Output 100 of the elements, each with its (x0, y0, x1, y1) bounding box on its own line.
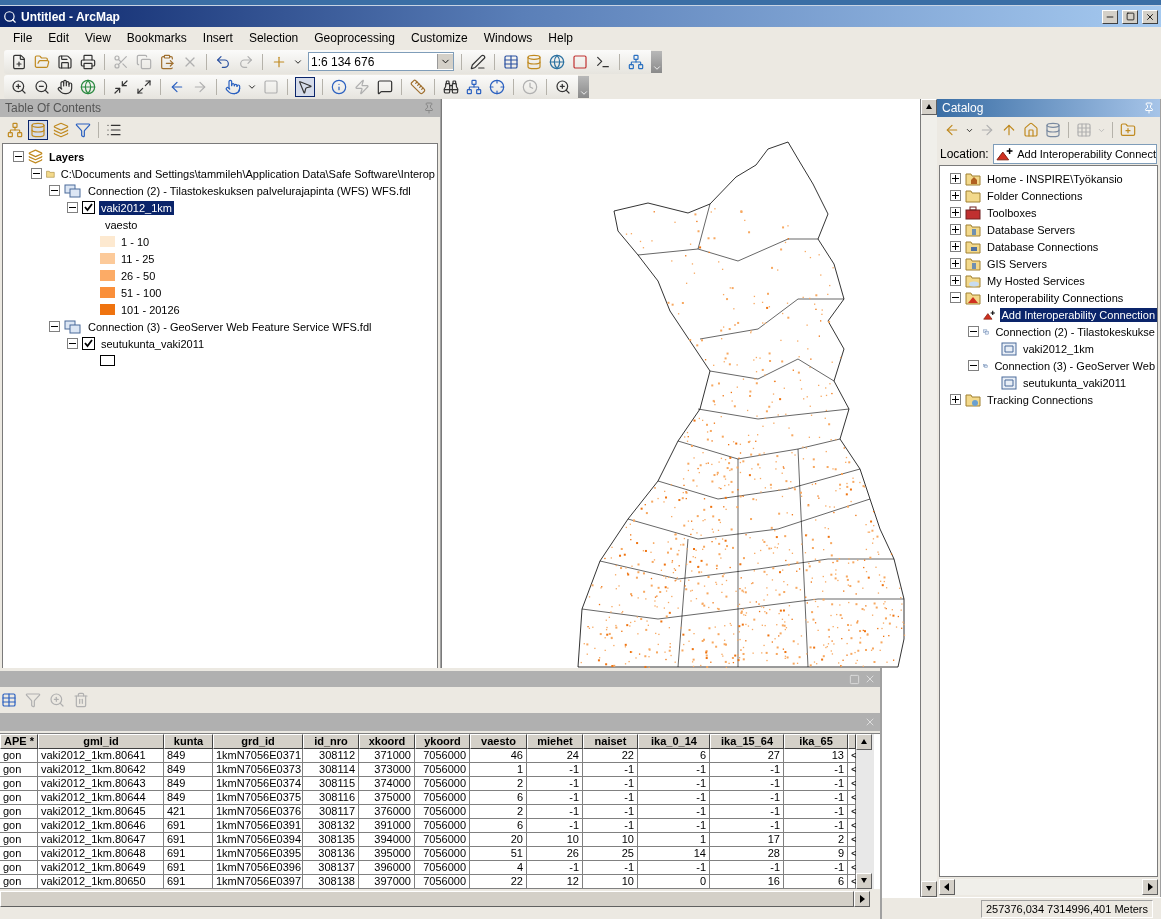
menu-item[interactable]: Edit (41, 29, 77, 47)
editor-icon[interactable] (470, 53, 486, 70)
collapse-icon[interactable] (31, 168, 42, 179)
column-header[interactable]: xkoord (359, 734, 415, 749)
scrollbar[interactable] (856, 734, 874, 889)
right-arrow-icon[interactable] (1146, 883, 1154, 891)
down-arrow-icon[interactable] (860, 877, 868, 885)
scrollbar[interactable] (939, 879, 1158, 895)
zoom-out-icon[interactable] (34, 78, 50, 95)
collapse-icon[interactable] (67, 338, 78, 349)
select-features-icon[interactable] (225, 78, 241, 95)
collapse-icon[interactable] (49, 321, 60, 332)
column-header[interactable]: miehet (527, 734, 583, 749)
expand-icon[interactable] (950, 241, 961, 252)
collapse-icon[interactable] (13, 151, 24, 162)
catalog-item[interactable]: Folder Connections (985, 188, 1085, 203)
identify-icon[interactable] (331, 78, 347, 95)
down-arrow-icon[interactable] (925, 885, 933, 893)
catalog-item[interactable]: Home - INSPIRE\Työkansio (985, 171, 1125, 186)
expand-icon[interactable] (950, 207, 961, 218)
menu-item[interactable]: File (6, 29, 40, 47)
pan-icon[interactable] (57, 78, 73, 95)
print-icon[interactable] (80, 53, 96, 70)
expand-icon[interactable] (950, 173, 961, 184)
list-by-selection-icon[interactable] (75, 122, 91, 138)
column-header[interactable]: APE * (0, 734, 38, 749)
column-header[interactable]: kunta (164, 734, 213, 749)
column-header[interactable]: vaesto (470, 734, 527, 749)
new-document-icon[interactable] (11, 53, 27, 70)
column-header[interactable]: ika_65 (784, 734, 848, 749)
visibility-checkbox[interactable] (82, 337, 95, 350)
save-icon[interactable] (57, 53, 73, 70)
go-to-xy-icon[interactable] (489, 78, 505, 95)
expand-icon[interactable] (950, 224, 961, 235)
collapse-icon[interactable] (67, 202, 78, 213)
database-icon[interactable] (1045, 122, 1061, 138)
select-elements-icon[interactable] (297, 78, 313, 95)
paste-icon[interactable] (159, 53, 175, 70)
menu-item[interactable]: View (78, 29, 118, 47)
collapse-icon[interactable] (49, 185, 60, 196)
expand-icon[interactable] (950, 190, 961, 201)
visibility-checkbox[interactable] (82, 201, 95, 214)
location-field[interactable]: Add Interoperability Connect (992, 144, 1157, 164)
column-header[interactable]: id_nro (303, 734, 359, 749)
column-header[interactable]: gml_id (38, 734, 164, 749)
catalog-item[interactable]: Connection (2) - Tilastokeskukse (993, 324, 1157, 339)
catalog-item[interactable]: Tracking Connections (985, 392, 1095, 407)
diagram-icon[interactable] (628, 53, 644, 70)
collapse-icon[interactable] (950, 292, 961, 303)
table-icon[interactable] (1, 692, 17, 708)
table-icon[interactable] (503, 53, 519, 70)
options-icon[interactable] (106, 122, 122, 138)
menu-item[interactable]: Selection (241, 29, 306, 47)
scale-field[interactable]: 1:6 134 676 (308, 52, 454, 71)
zoom-in-icon[interactable] (11, 78, 27, 95)
expand-icon[interactable] (950, 275, 961, 286)
globe-icon[interactable] (80, 78, 96, 95)
tree-item[interactable]: Connection (2) - Tilastokeskuksen palvelurajapinta (WFS) WFS.fdl (86, 183, 413, 198)
menu-item[interactable]: Windows (476, 29, 540, 47)
fixed-zoom-in-icon[interactable] (113, 78, 129, 95)
column-header[interactable]: ykoord (415, 734, 470, 749)
layer-name[interactable]: vaki2012_1km (99, 200, 174, 215)
up-arrow-icon[interactable] (860, 738, 868, 746)
catalog-item[interactable]: GIS Servers (985, 256, 1049, 271)
catalog-item[interactable]: Database Connections (985, 239, 1101, 254)
time-slider-icon[interactable] (522, 78, 538, 95)
collapse-icon[interactable] (968, 326, 979, 337)
fixed-zoom-out-icon[interactable] (136, 78, 152, 95)
column-header[interactable]: ika_15_64 (710, 734, 784, 749)
column-header[interactable]: ika_0_14 (638, 734, 710, 749)
database-icon[interactable] (526, 53, 542, 70)
catalog-item[interactable]: Database Servers (985, 222, 1078, 237)
catalog-item[interactable]: Interoperability Connections (985, 290, 1126, 305)
magnifier-icon[interactable] (555, 78, 571, 95)
open-icon[interactable] (34, 53, 50, 70)
catalog-item[interactable]: Connection (3) - GeoServer Web (992, 358, 1157, 373)
menu-item[interactable]: Help (541, 29, 581, 47)
catalog-item[interactable]: Add Interoperability Connection (999, 307, 1157, 322)
menu-item[interactable]: Bookmarks (119, 29, 194, 47)
catalog-item[interactable]: vaki2012_1km (1021, 341, 1096, 356)
left-arrow-icon[interactable] (943, 883, 951, 891)
menu-item[interactable]: Insert (195, 29, 240, 47)
catalog-item[interactable]: seutukunta_vaki2011 (1021, 375, 1129, 390)
catalog-item[interactable]: My Hosted Services (985, 273, 1087, 288)
collapse-icon[interactable] (968, 360, 979, 371)
tree-item[interactable]: Connection (3) - GeoServer Web Feature Service WFS.fdl (86, 319, 374, 334)
catalog-item[interactable]: Toolboxes (985, 205, 1039, 220)
find-icon[interactable] (443, 78, 459, 95)
layer-name[interactable]: seutukunta_vaki2011 (99, 336, 207, 351)
column-header[interactable] (848, 734, 856, 749)
menu-item[interactable]: Geoprocessing (307, 29, 402, 47)
column-header[interactable]: naiset (583, 734, 638, 749)
expand-icon[interactable] (950, 394, 961, 405)
data-frame-name[interactable]: Layers (47, 149, 87, 164)
menu-item[interactable]: Customize (403, 29, 475, 47)
undo-icon[interactable] (215, 53, 231, 70)
route-icon[interactable] (466, 78, 482, 95)
measure-icon[interactable] (410, 78, 426, 95)
expand-icon[interactable] (950, 258, 961, 269)
up-arrow-icon[interactable] (925, 103, 933, 111)
